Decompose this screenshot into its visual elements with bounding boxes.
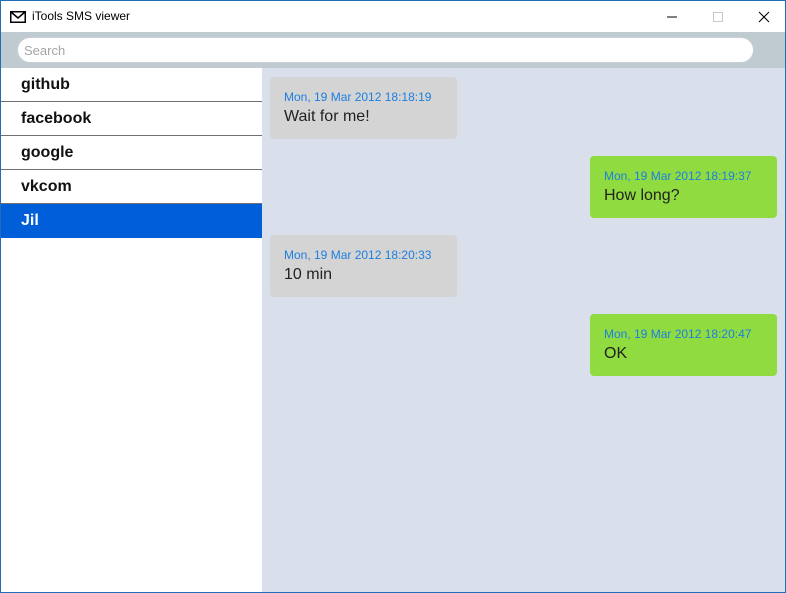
maximize-icon xyxy=(713,12,723,22)
contact-name: google xyxy=(21,144,74,161)
contact-list: github facebook google vkcom Jil xyxy=(1,68,262,592)
close-icon xyxy=(758,11,770,23)
outgoing-message: Mon, 19 Mar 2012 18:20:47 OK xyxy=(590,314,777,376)
message-text: OK xyxy=(604,345,628,362)
message-thread: Mon, 19 Mar 2012 18:18:19 Wait for me! M… xyxy=(262,68,785,592)
close-button[interactable] xyxy=(741,1,786,32)
message-timestamp: Mon, 19 Mar 2012 18:18:19 xyxy=(284,90,432,104)
maximize-button[interactable] xyxy=(695,1,741,32)
search-bar xyxy=(1,32,785,68)
minimize-button[interactable] xyxy=(649,1,695,32)
app-window: iTools SMS viewer github facebook xyxy=(0,0,786,593)
message-timestamp: Mon, 19 Mar 2012 18:20:47 xyxy=(604,327,752,341)
window-title: iTools SMS viewer xyxy=(32,9,131,23)
contact-item-jil[interactable]: Jil xyxy=(1,204,262,238)
envelope-icon xyxy=(10,10,26,23)
contact-item-github[interactable]: github xyxy=(1,68,262,102)
search-input[interactable] xyxy=(17,37,754,63)
contact-name: Jil xyxy=(21,212,39,229)
outgoing-message: Mon, 19 Mar 2012 18:19:37 How long? xyxy=(590,156,777,218)
message-text: 10 min xyxy=(284,266,333,283)
title-bar[interactable]: iTools SMS viewer xyxy=(1,1,785,32)
contact-item-facebook[interactable]: facebook xyxy=(1,102,262,136)
contact-name: vkcom xyxy=(21,178,72,195)
message-text: Wait for me! xyxy=(284,108,370,125)
contact-item-vkcom[interactable]: vkcom xyxy=(1,170,262,204)
message-timestamp: Mon, 19 Mar 2012 18:20:33 xyxy=(284,248,432,262)
contact-name: github xyxy=(21,76,70,93)
incoming-message: Mon, 19 Mar 2012 18:18:19 Wait for me! xyxy=(270,77,457,139)
contact-item-google[interactable]: google xyxy=(1,136,262,170)
incoming-message: Mon, 19 Mar 2012 18:20:33 10 min xyxy=(270,235,457,297)
contact-name: facebook xyxy=(21,110,92,127)
minimize-icon xyxy=(667,16,677,18)
message-text: How long? xyxy=(604,187,680,204)
message-timestamp: Mon, 19 Mar 2012 18:19:37 xyxy=(604,169,752,183)
